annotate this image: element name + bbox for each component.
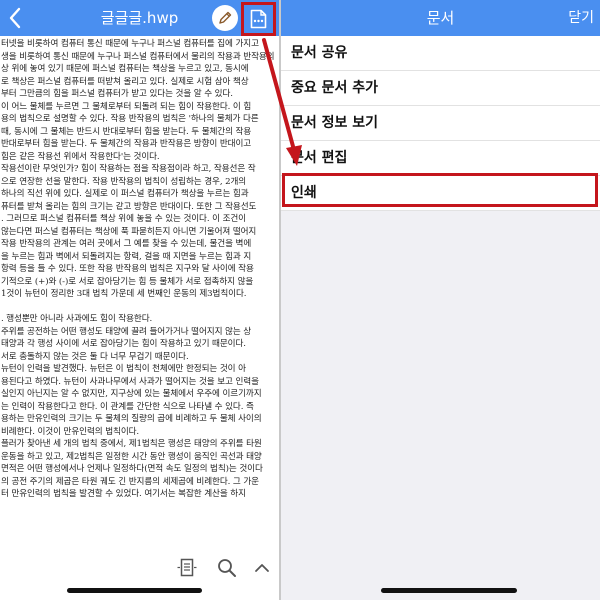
document-text-line: 태양과 각 행성 사이에 서로 잡아당기는 힘이 작용하고 있기 때문이다.	[1, 339, 246, 349]
home-indicator	[381, 588, 517, 593]
document-text-line: 이 어느 물체를 누르면 그 물체로부터 되돌려 되는 힘이 작용한다. 이 힘	[1, 101, 252, 112]
document-text-line: 부터 그만큼의 힘을 퍼스널 컴퓨터가 받고 있다는 것을 알 수 있다.	[1, 89, 233, 99]
search-button[interactable]	[216, 557, 238, 579]
search-icon	[216, 559, 238, 583]
document-text-line: 터넷을 비롯하여 컴퓨터 통신 때문에 누구나 퍼스널 컴퓨터를 집에 가지고	[1, 39, 259, 49]
scroll-up-button[interactable]	[252, 558, 272, 578]
document-text-line: 상 위에 놓여 있기 때문에 퍼스널 컴퓨터는 책상을 누르고 있고, 동시에	[1, 64, 249, 74]
document-text-line: 용된다고 하였다. 뉴턴이 사과나무에서 사과가 떨어지는 것을 보고 인력을	[1, 376, 259, 387]
document-text-line: 주위를 공전하는 어떤 행성도 태양에 끌려 들어가거나 떨어지지 않는 상	[1, 326, 252, 337]
document-text-line: 퓨터를 받쳐 올리는 힘의 크기는 같고 방향은 반대이다. 또한 그 작용선도	[1, 201, 257, 212]
document-text-line: 하나의 직선 위에 있다. 실제로 이 퍼스널 컴퓨터가 책상을 누르는 힘과	[1, 189, 249, 199]
document-text-line: 는 인력이 작용한다고 한다. 이 관계를 간단한 식으로 나타낼 수 있다. …	[1, 401, 254, 412]
document-text-line: 1것이 뉴턴이 정리한 3대 법칙 가운데 세 번째인 운동의 제3법칙이다.	[1, 289, 247, 299]
edit-button[interactable]	[212, 5, 238, 31]
document-viewer: 글글글.hwp 터넷을 비롯하여 컴퓨터 통신 때문에 누구나 퍼스널 컴퓨터를…	[0, 0, 279, 600]
print-item-highlight	[282, 173, 598, 207]
viewer-header: 글글글.hwp	[0, 0, 279, 36]
menu-item-document-info[interactable]: 문서 정보 보기	[281, 106, 600, 141]
page-view-button[interactable]	[176, 557, 198, 579]
menu-item-share-document[interactable]: 문서 공유	[281, 36, 600, 71]
document-text-line: 로 책상은 퍼스널 컴퓨터를 떠받쳐 올리고 있다. 실제로 시험 삼아 책상	[1, 76, 249, 87]
document-text-line: 비례한다. 이것이 만유인력의 법칙이다.	[1, 426, 140, 437]
document-text-line: 항력 등을 들 수 있다. 또한 작용 반작용의 법칙은 지구와 달 사이에 작…	[1, 264, 254, 274]
document-menu-panel: 문서 닫기 문서 공유 중요 문서 추가 문서 정보 보기 문서 편집 인쇄	[281, 0, 600, 600]
menu-header: 문서 닫기	[281, 0, 600, 36]
document-text-line: 플러가 찾아낸 세 개의 법칙 중에서, 제1법칙은 행성은 태양의 주위를 타…	[1, 439, 262, 449]
document-text-line: 생을 비롯하여 통신 때문에 누구나 퍼스널 컴퓨터에서 물리의 작용과 반작용…	[1, 51, 275, 62]
document-text-line	[1, 301, 279, 314]
document-text-line: 의 공전 주기의 제곱은 타원 궤도 긴 반지름의 세제곱에 비례한다. 그 가…	[1, 476, 259, 487]
document-text-line: 작용 반작용의 관계는 여러 곳에서 그 예를 찾을 수 있는데, 물건을 벽에	[1, 239, 252, 249]
document-text-line: 반대로부터 힘을 받는다. 두 물체간의 작용과 반작용은 방향이 반대이고	[1, 139, 252, 149]
menu-title: 문서	[426, 9, 455, 27]
home-indicator	[67, 588, 202, 593]
document-text-line: . 행성뿐만 아니라 사과에도 힘이 작용한다.	[1, 314, 153, 324]
document-text-line: 실인지 아닌지는 알 수 없지만, 지구상에 있는 물체에서 우주에 이르기까지	[1, 389, 262, 399]
document-text-line: 운동을 하고 있고, 제2법칙은 일정한 시간 동안 행성이 움직인 곡선과 태…	[1, 451, 262, 462]
document-text-line: . 그러므로 퍼스널 컴퓨터를 책상 위에 놓을 수 있는 것이다. 이 조건이	[1, 214, 246, 224]
page-view-icon	[176, 558, 198, 583]
document-text-line: 힘은 같은 작용선 위에서 작용한다'는 것이다.	[1, 151, 160, 162]
document-text-line: 면적은 어떤 행성에서나 언제나 일정하다(면적 속도 일정의 법칙)는 것이다	[1, 464, 263, 474]
document-content[interactable]: 터넷을 비롯하여 컴퓨터 통신 때문에 누구나 퍼스널 컴퓨터를 집에 가지고생…	[0, 38, 279, 546]
document-text-line: 을 누르는 힘과 벽에서 되돌려지는 항력, 걸을 때 지면을 누르는 힘과 지	[1, 251, 252, 262]
document-text-line: 으로 연장한 선을 말한다. 작용 반작용의 법칙이 성립하는 경우, 2개의	[1, 176, 247, 187]
document-text-line: 때, 동시에 그 물체는 반드시 반대로부터 힘을 받는다. 두 물체간의 작용	[1, 126, 252, 137]
document-text-line: 터 만유인력의 법칙을 발견할 수 있었다. 여기서는 복잡한 계산을 하지	[1, 489, 246, 499]
menu-button-highlight	[241, 2, 276, 36]
document-text-line: 용의 법칙으로 설명할 수 있다. 작용 반작용의 법칙은 '하나의 물체가 다…	[1, 114, 259, 124]
close-button[interactable]: 닫기	[568, 0, 594, 36]
chevron-up-icon	[252, 563, 272, 582]
document-text-line: 용하는 만유인력의 크기는 두 물체의 질량의 곱에 비례하고 두 물체 사이의	[1, 414, 262, 424]
document-text-line: 작용선이란 무엇인가? 힘이 작용하는 점을 작용점이라 하고, 작용선은 작	[1, 164, 256, 174]
document-text-line: 않는다면 퍼스널 컴퓨터는 책상에 푹 파묻히든지 아니면 기울어져 떨어지	[1, 226, 257, 237]
document-text-line: 뉴턴이 인력을 발견했다. 뉴턴은 이 법칙이 천체에만 한정되는 것이 아	[1, 364, 246, 374]
document-text-line: 기적으로 (+)와 (-)로 서로 잡아당기는 힘 등 물체가 서로 접촉하지 …	[1, 276, 254, 287]
menu-item-add-important[interactable]: 중요 문서 추가	[281, 71, 600, 106]
document-text-line: 서로 충돌하지 않는 것은 둘 다 너무 무겁기 때문이다.	[1, 351, 189, 362]
menu-item-edit-document[interactable]: 문서 편집	[281, 141, 600, 176]
